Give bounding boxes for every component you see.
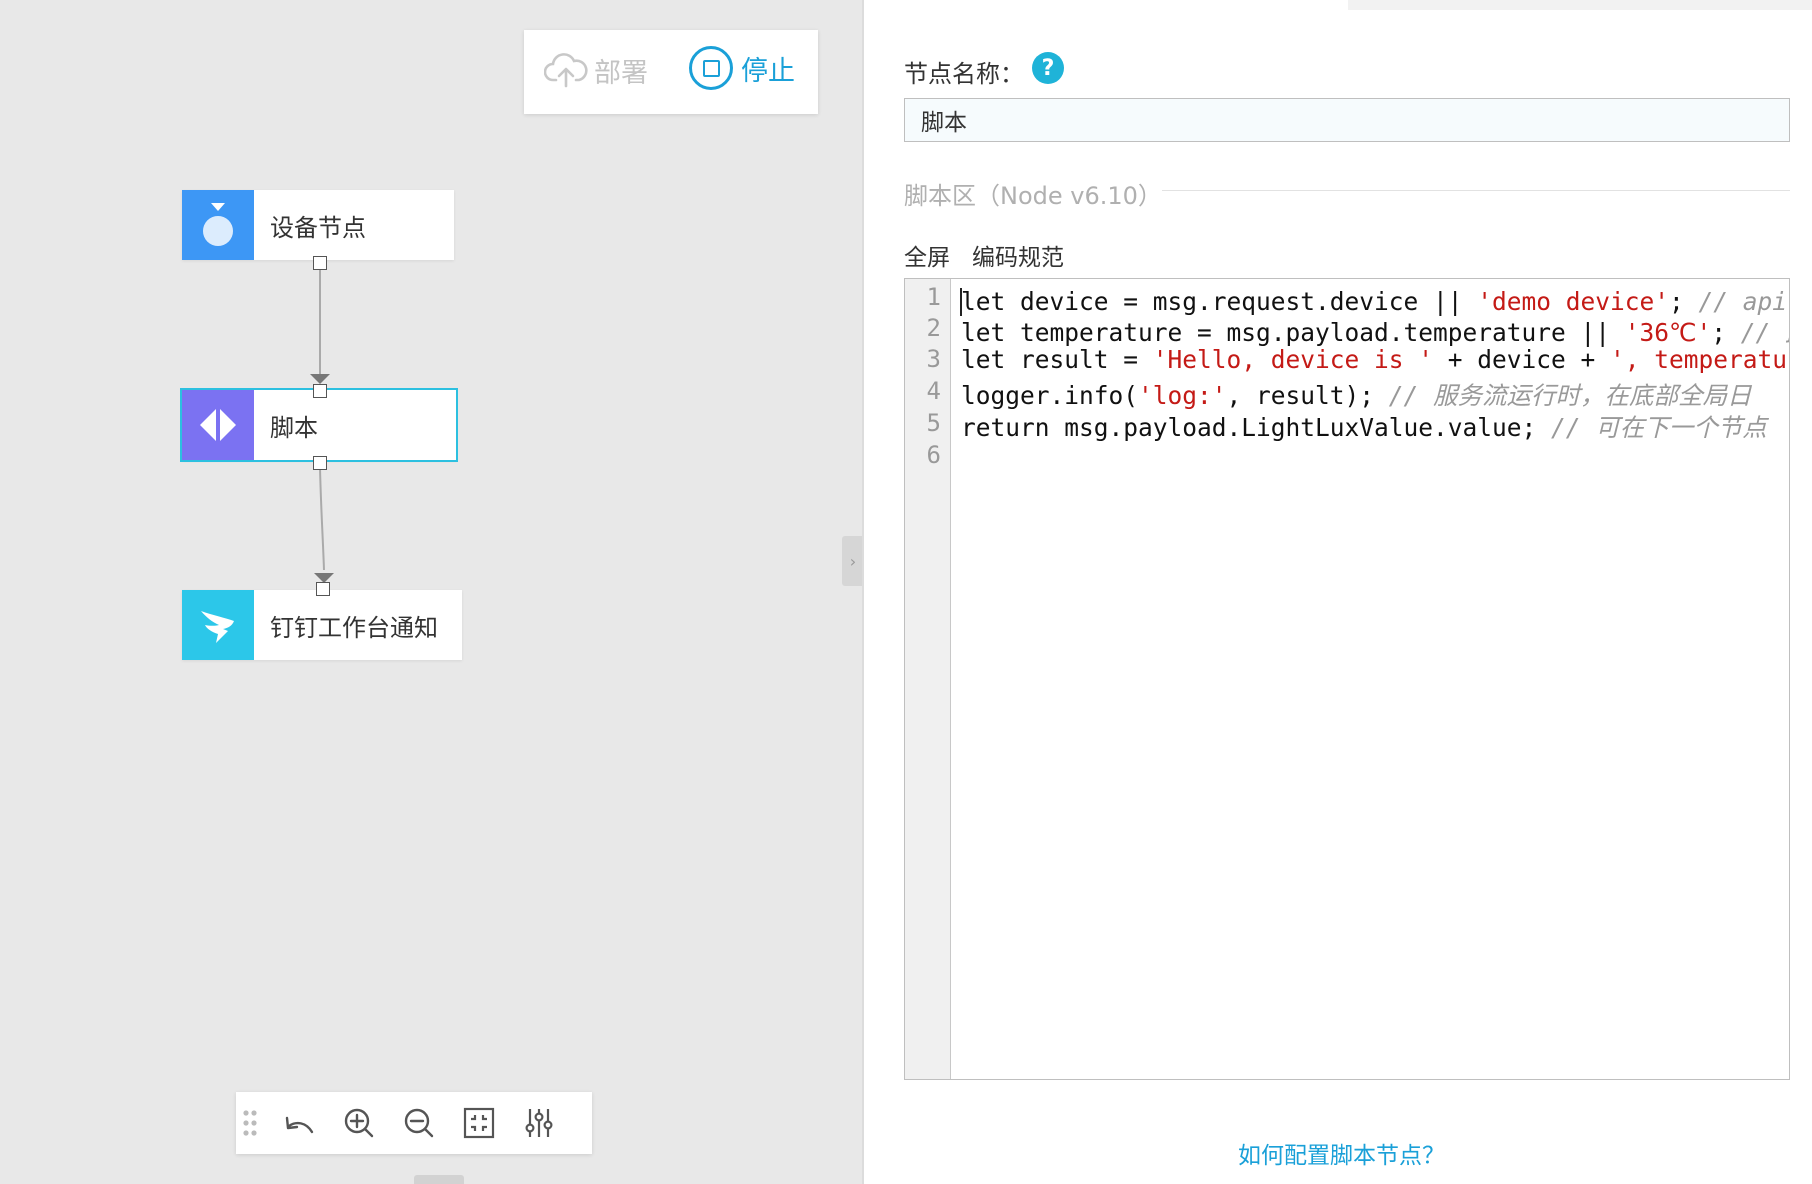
code-line[interactable]: return msg.payload.LightLuxValue.value; … — [961, 409, 1767, 444]
device-node-icon — [182, 190, 254, 260]
dingtalk-node[interactable]: 钉钉工作台通知 — [182, 590, 462, 660]
code-string: 'demo device' — [1477, 287, 1670, 316]
how-to-configure-link[interactable]: 如何配置脚本节点？ — [1238, 1136, 1445, 1170]
drag-handle-icon[interactable] — [240, 1106, 260, 1140]
input-port[interactable] — [316, 582, 330, 596]
output-port[interactable] — [313, 456, 327, 470]
device-node[interactable]: 设备节点 — [182, 190, 454, 260]
script-section-title: 脚本区（Node v6.10） — [904, 182, 1162, 210]
fit-view-icon[interactable] — [462, 1106, 496, 1140]
code-editor[interactable]: 1 2 3 4 5 6 let device = msg.request.dev… — [904, 278, 1790, 1080]
code-line[interactable]: let device = msg.request.device || 'demo… — [961, 283, 1789, 318]
code-text: return msg.payload.LightLuxValue.value; — [961, 413, 1552, 442]
code-text: ; — [1669, 287, 1699, 316]
node-label: 设备节点 — [270, 213, 366, 242]
bottom-panel-tab[interactable] — [414, 1175, 464, 1184]
code-text: logger.info( — [961, 381, 1139, 410]
help-icon[interactable]: ? — [1032, 52, 1064, 84]
code-text: ; — [1711, 318, 1741, 347]
dingtalk-icon — [182, 590, 254, 660]
code-string: '36℃' — [1624, 318, 1712, 347]
node-label: 脚本 — [270, 413, 318, 442]
code-text: let device = msg.request.device || — [961, 287, 1478, 316]
code-comment: // api输 — [1698, 287, 1789, 316]
line-number: 6 — [926, 441, 941, 469]
script-node-icon — [182, 390, 254, 460]
node-label: 钉钉工作台通知 — [270, 613, 438, 642]
code-line[interactable]: let temperature = msg.payload.temperatur… — [961, 314, 1789, 349]
zoom-out-icon[interactable] — [402, 1106, 436, 1140]
code-text: let temperature = msg.payload.temperatur… — [961, 318, 1625, 347]
code-string: ', temperature — [1610, 345, 1789, 374]
node-name-input[interactable] — [904, 98, 1790, 142]
code-line[interactable]: logger.info('log:', result); // 服务流运行时，在… — [961, 377, 1752, 412]
output-port[interactable] — [313, 256, 327, 270]
line-number: 2 — [926, 314, 941, 342]
code-text: + device + — [1433, 345, 1611, 374]
flow-canvas[interactable]: 部署 停止 设备节点 脚本 钉钉工作台通知 › — [0, 0, 862, 1184]
line-number: 5 — [926, 409, 941, 437]
script-node[interactable]: 脚本 — [180, 388, 458, 462]
panel-top-strip — [1348, 0, 1812, 10]
code-text: , result); — [1226, 381, 1389, 410]
line-number: 3 — [926, 345, 941, 373]
code-string: 'log:' — [1138, 381, 1227, 410]
input-port[interactable] — [313, 384, 327, 398]
line-number: 4 — [926, 377, 941, 405]
code-comment: // 此 — [1740, 318, 1789, 347]
canvas-toolbar — [236, 1092, 592, 1154]
code-line[interactable]: let result = 'Hello, device is ' + devic… — [961, 345, 1789, 374]
code-text: let result = — [961, 345, 1153, 374]
line-number: 1 — [926, 283, 941, 311]
node-config-panel: 节点名称： ? 脚本区（Node v6.10） 全屏 编码规范 1 2 3 4 … — [864, 0, 1812, 1184]
code-comment: // 可在下一个节点 — [1551, 413, 1767, 442]
section-divider — [1162, 190, 1790, 191]
settings-sliders-icon[interactable] — [522, 1106, 556, 1140]
code-string: 'Hello, device is ' — [1152, 345, 1434, 374]
zoom-in-icon[interactable] — [342, 1106, 376, 1140]
code-comment: // 服务流运行时，在底部全局日 — [1388, 381, 1752, 410]
collapse-panel-handle[interactable]: › — [842, 536, 862, 586]
node-name-label: 节点名称： — [904, 60, 1024, 88]
coding-rules-link[interactable]: 编码规范 — [972, 238, 1064, 272]
undo-icon[interactable] — [282, 1106, 316, 1140]
fullscreen-link[interactable]: 全屏 — [904, 238, 950, 272]
line-number-gutter: 1 2 3 4 5 6 — [905, 279, 951, 1079]
